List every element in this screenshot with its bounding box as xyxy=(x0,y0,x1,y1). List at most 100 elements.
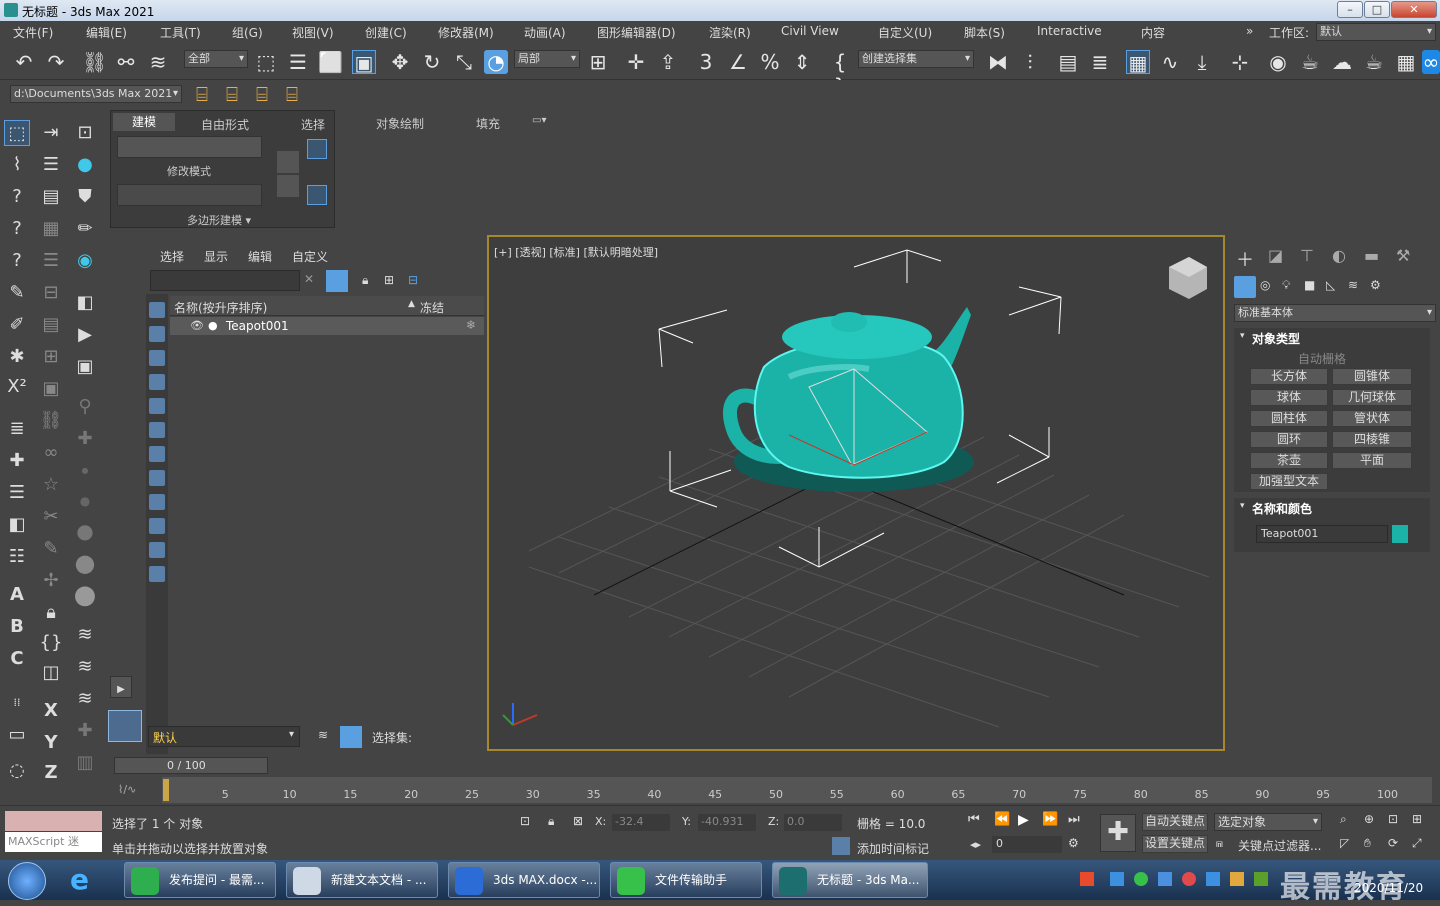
lights-cat-icon[interactable]: 💡︎ xyxy=(1282,278,1290,293)
autogrid-checkbox[interactable]: 自动栅格 xyxy=(1298,350,1346,367)
menu-animation[interactable]: 动画(A) xyxy=(524,24,566,41)
move-icon[interactable]: ✥ xyxy=(388,50,412,74)
collapse-icon-2[interactable]: ▾ xyxy=(1240,501,1245,511)
project-path-dropdown[interactable]: d:\Documents\3ds Max 2021 xyxy=(10,85,182,103)
percent-snap-icon[interactable]: % xyxy=(758,50,782,74)
x-coord[interactable]: -32.4 xyxy=(612,814,670,831)
menu-view[interactable]: 视图(V) xyxy=(292,24,334,41)
select-object-icon[interactable]: ⬚ xyxy=(254,50,278,74)
scene-explorer-icon[interactable]: ▤ xyxy=(1056,50,1080,74)
render-dot-icon[interactable]: ● xyxy=(208,319,218,332)
a-icon[interactable]: A xyxy=(4,582,30,608)
box-icon[interactable]: ◫ xyxy=(38,660,64,686)
menu-edit[interactable]: 编辑(E) xyxy=(86,24,127,41)
dotted-circle-icon[interactable]: ◌ xyxy=(4,758,30,784)
bind-spacewarp-icon[interactable]: ≋ xyxy=(146,50,170,74)
z-axis-icon[interactable]: Z xyxy=(38,760,64,786)
dot-xxlarge-icon[interactable]: ● xyxy=(72,582,98,608)
display-spacewarps-icon[interactable] xyxy=(149,422,165,438)
arrange-icon[interactable]: ☰ xyxy=(38,248,64,274)
object-color-swatch[interactable] xyxy=(1392,525,1408,543)
shapes-cat-icon[interactable]: ◎ xyxy=(1260,278,1270,292)
freeze-icon[interactable]: ❄ xyxy=(466,318,476,332)
project-folder-icon[interactable]: ⌸ xyxy=(190,82,214,106)
poly-modeling-dropdown[interactable]: 多边形建模 ▾ xyxy=(187,212,251,228)
b-icon[interactable]: B xyxy=(4,614,30,640)
hierarchy-tab-icon[interactable]: ⊤ xyxy=(1300,246,1314,265)
explorer-tab-select[interactable]: 选择 xyxy=(160,248,184,265)
workspace-dropdown[interactable]: 默认 xyxy=(1316,23,1436,41)
zoom-extents-icon[interactable]: ⊡ xyxy=(1388,812,1398,826)
menu-interactive[interactable]: Interactive xyxy=(1037,24,1102,38)
new-project-icon[interactable]: ⌸ xyxy=(250,82,274,106)
select-icon[interactable]: ◧ xyxy=(4,512,30,538)
set-key-button[interactable]: 设置关键点 xyxy=(1142,835,1208,853)
display-geometry-icon[interactable] xyxy=(149,302,165,318)
grid-icon[interactable]: ▦ xyxy=(38,216,64,242)
plus-icon[interactable]: ✚ xyxy=(72,426,98,452)
layers-icon[interactable]: ☰ xyxy=(4,480,30,506)
modify-tab-icon[interactable]: ◪ xyxy=(1268,246,1283,265)
layer-explorer-icon[interactable]: ≣ xyxy=(1088,50,1112,74)
hierarchy-icon[interactable]: ⊞ xyxy=(384,273,394,287)
rollout-title-2[interactable]: 名称和颜色 xyxy=(1252,500,1312,517)
layers-stack-icon[interactable]: ≋ xyxy=(318,728,328,742)
explorer-tab-display[interactable]: 显示 xyxy=(204,248,228,265)
expand-panel-icon[interactable]: ▶ xyxy=(110,676,132,698)
clock-date[interactable]: 2020/11/20 xyxy=(1354,881,1423,895)
explorer-tab-edit[interactable]: 编辑 xyxy=(248,248,272,265)
layers2-icon[interactable]: ≋ xyxy=(72,622,98,648)
maxscript-listener-top[interactable] xyxy=(5,811,102,831)
layers4-icon[interactable]: ≋ xyxy=(72,686,98,712)
orbit-icon[interactable]: ⟳ xyxy=(1388,836,1398,850)
menu-create[interactable]: 创建(C) xyxy=(365,24,407,41)
isolate-icon[interactable]: ⊡ xyxy=(520,814,530,828)
tab-freeform[interactable]: 自由形式 xyxy=(201,116,249,133)
abs-mode-icon[interactable]: ⊠ xyxy=(573,814,583,828)
mirror-icon[interactable]: ⧓ xyxy=(986,50,1010,74)
trash-icon[interactable]: ▥ xyxy=(72,750,98,776)
tray-sogou-icon[interactable] xyxy=(1080,872,1094,886)
render-setup-icon[interactable]: ☕ xyxy=(1298,50,1322,74)
star-icon[interactable]: ☆ xyxy=(38,472,64,498)
window-crossing-icon[interactable]: ▣ xyxy=(352,50,376,75)
sel-list-icon[interactable]: ▤ xyxy=(38,184,64,210)
paint-fill-icon[interactable]: ⛊ xyxy=(72,184,98,210)
link2-icon[interactable]: ⛓ xyxy=(38,408,64,434)
table-icon[interactable]: ▤ xyxy=(38,312,64,338)
prev-frame-icon[interactable]: ⏪ xyxy=(994,812,1010,827)
camera-view-icon[interactable]: ⊡ xyxy=(72,120,98,146)
close-button[interactable]: ✕ xyxy=(1391,1,1437,18)
viewport-perspective[interactable]: [+] [透视] [标准] [默认明暗处理] xyxy=(487,235,1225,751)
ribbon-side-btn-2[interactable] xyxy=(277,175,299,197)
time-tag-icon[interactable] xyxy=(832,837,850,855)
clear-search-icon[interactable]: ✕ xyxy=(304,272,314,286)
menu-scripting[interactable]: 脚本(S) xyxy=(964,24,1005,41)
task-item-word[interactable]: 3ds MAX.docx -... xyxy=(448,862,600,898)
set-key-big-button[interactable]: ✚ xyxy=(1100,814,1136,852)
keyboard-shortcut-icon[interactable]: ⇪ xyxy=(656,50,680,74)
z-coord[interactable]: 0.0 xyxy=(784,814,842,831)
display-tab-icon[interactable]: ▬ xyxy=(1364,246,1379,265)
y-axis-icon[interactable]: Y xyxy=(38,730,64,756)
reference-coord-dropdown[interactable]: 局部 xyxy=(514,50,580,68)
current-frame-input[interactable]: 0 xyxy=(992,836,1062,853)
add-layer-icon[interactable]: ✚ xyxy=(4,448,30,474)
play-icon[interactable]: ▶ xyxy=(72,322,98,348)
shapes-icon[interactable]: ● xyxy=(72,152,98,178)
rotate-icon[interactable]: ↻ xyxy=(420,50,444,74)
layer-stack-icon[interactable]: ☷ xyxy=(4,544,30,570)
layer-icon[interactable]: ⊟ xyxy=(38,280,64,306)
menu-file[interactable]: 文件(F) xyxy=(13,24,53,41)
display-frozen-icon[interactable] xyxy=(149,542,165,558)
menu-modifiers[interactable]: 修改器(M) xyxy=(438,24,494,41)
ribbon-options-icon[interactable]: ▭▾ xyxy=(532,115,546,126)
a360-icon[interactable]: ∞ xyxy=(1422,50,1440,74)
rollout-title[interactable]: 对象类型 xyxy=(1252,330,1300,347)
key-filters-button[interactable]: 关键点过滤器... xyxy=(1238,837,1321,854)
fov-icon[interactable]: ◸ xyxy=(1340,836,1349,850)
tab-modeling[interactable]: 建模 xyxy=(113,113,175,131)
task-item-3dsmax[interactable]: 无标题 - 3ds Ma... xyxy=(772,862,928,898)
box-button[interactable]: 长方体 xyxy=(1250,368,1328,385)
tab-populate[interactable]: 填充 xyxy=(476,115,500,132)
